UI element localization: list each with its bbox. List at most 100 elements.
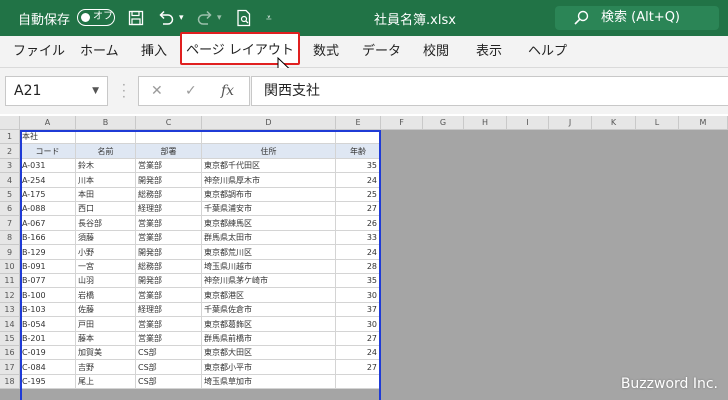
empty-cell[interactable] bbox=[592, 216, 636, 231]
row-header[interactable]: 3 bbox=[0, 159, 20, 173]
empty-cell[interactable] bbox=[592, 173, 636, 188]
empty-cell[interactable] bbox=[464, 231, 507, 245]
empty-cell[interactable] bbox=[592, 360, 636, 375]
redo-dropdown-icon[interactable]: ▾ bbox=[217, 0, 222, 36]
table-cell[interactable]: 戸田 bbox=[76, 317, 136, 332]
empty-cell[interactable] bbox=[679, 317, 728, 332]
table-cell[interactable]: 東京都大田区 bbox=[202, 346, 336, 360]
table-cell[interactable]: 営業部 bbox=[136, 231, 202, 245]
table-cell[interactable]: B-100 bbox=[20, 288, 76, 303]
table-cell[interactable]: 千葉県浦安市 bbox=[202, 202, 336, 216]
table-cell[interactable]: 東京都千代田区 bbox=[202, 159, 336, 173]
empty-cell[interactable] bbox=[507, 130, 549, 144]
table-cell[interactable]: C-019 bbox=[20, 346, 76, 360]
empty-cell[interactable] bbox=[592, 260, 636, 274]
tab-formulas[interactable]: 数式 bbox=[313, 36, 339, 67]
empty-cell[interactable] bbox=[549, 188, 592, 202]
cell[interactable] bbox=[136, 130, 202, 144]
empty-cell[interactable] bbox=[549, 173, 592, 188]
empty-cell[interactable] bbox=[592, 188, 636, 202]
empty-cell[interactable] bbox=[464, 245, 507, 260]
column-header[interactable]: A bbox=[20, 116, 76, 130]
empty-cell[interactable] bbox=[679, 231, 728, 245]
table-cell[interactable]: 長谷部 bbox=[76, 216, 136, 231]
row-header[interactable]: 7 bbox=[0, 216, 20, 231]
table-cell[interactable]: C-195 bbox=[20, 375, 76, 389]
undo-dropdown-icon[interactable]: ▾ bbox=[179, 0, 184, 36]
table-cell[interactable]: 27 bbox=[336, 202, 381, 216]
table-header-cell[interactable]: 住所 bbox=[202, 144, 336, 159]
row-header[interactable]: 10 bbox=[0, 260, 20, 274]
table-cell[interactable]: 加賀美 bbox=[76, 346, 136, 360]
table-cell[interactable]: 岩橋 bbox=[76, 288, 136, 303]
table-header-cell[interactable]: 部署 bbox=[136, 144, 202, 159]
empty-cell[interactable] bbox=[636, 288, 679, 303]
table-cell[interactable]: 埼玉県川越市 bbox=[202, 260, 336, 274]
empty-cell[interactable] bbox=[423, 288, 464, 303]
row-header[interactable]: 1 bbox=[0, 130, 20, 144]
table-header-cell[interactable]: 年齢 bbox=[336, 144, 381, 159]
table-cell[interactable]: B-166 bbox=[20, 231, 76, 245]
table-cell[interactable]: 27 bbox=[336, 360, 381, 375]
row-header[interactable]: 16 bbox=[0, 346, 20, 360]
empty-cell[interactable] bbox=[507, 288, 549, 303]
table-cell[interactable]: 藤本 bbox=[76, 332, 136, 346]
table-cell[interactable]: 開発部 bbox=[136, 274, 202, 288]
empty-cell[interactable] bbox=[381, 173, 423, 188]
empty-cell[interactable] bbox=[679, 303, 728, 317]
table-cell[interactable]: 本田 bbox=[76, 188, 136, 202]
tab-review[interactable]: 校閲 bbox=[423, 36, 449, 67]
row-header[interactable]: 9 bbox=[0, 245, 20, 260]
empty-cell[interactable] bbox=[592, 303, 636, 317]
table-cell[interactable]: 28 bbox=[336, 260, 381, 274]
column-header[interactable]: F bbox=[381, 116, 423, 130]
empty-cell[interactable] bbox=[381, 216, 423, 231]
empty-cell[interactable] bbox=[464, 346, 507, 360]
empty-cell[interactable] bbox=[592, 231, 636, 245]
table-cell[interactable]: 営業部 bbox=[136, 288, 202, 303]
column-header[interactable]: B bbox=[76, 116, 136, 130]
table-cell[interactable]: CS部 bbox=[136, 360, 202, 375]
empty-cell[interactable] bbox=[381, 245, 423, 260]
table-cell[interactable]: 24 bbox=[336, 245, 381, 260]
empty-cell[interactable] bbox=[381, 159, 423, 173]
empty-cell[interactable] bbox=[549, 144, 592, 159]
tab-data[interactable]: データ bbox=[362, 36, 401, 67]
table-header-cell[interactable]: コード bbox=[20, 144, 76, 159]
empty-cell[interactable] bbox=[507, 375, 549, 389]
row-header[interactable]: 4 bbox=[0, 173, 20, 188]
table-cell[interactable]: B-054 bbox=[20, 317, 76, 332]
empty-cell[interactable] bbox=[592, 332, 636, 346]
column-header[interactable]: E bbox=[336, 116, 381, 130]
empty-cell[interactable] bbox=[636, 346, 679, 360]
column-header[interactable]: L bbox=[636, 116, 679, 130]
table-cell[interactable]: 37 bbox=[336, 303, 381, 317]
empty-cell[interactable] bbox=[549, 245, 592, 260]
table-cell[interactable]: 経理部 bbox=[136, 303, 202, 317]
empty-cell[interactable] bbox=[549, 288, 592, 303]
empty-cell[interactable] bbox=[423, 231, 464, 245]
empty-cell[interactable] bbox=[549, 346, 592, 360]
drag-handle-icon[interactable]: · · · bbox=[122, 79, 126, 103]
empty-cell[interactable] bbox=[507, 231, 549, 245]
table-cell[interactable]: 25 bbox=[336, 188, 381, 202]
row-header[interactable]: 17 bbox=[0, 360, 20, 375]
table-cell[interactable]: B-077 bbox=[20, 274, 76, 288]
table-cell[interactable]: 山羽 bbox=[76, 274, 136, 288]
column-header[interactable]: I bbox=[507, 116, 549, 130]
empty-cell[interactable] bbox=[464, 274, 507, 288]
empty-cell[interactable] bbox=[549, 260, 592, 274]
empty-cell[interactable] bbox=[679, 346, 728, 360]
empty-cell[interactable] bbox=[507, 274, 549, 288]
empty-cell[interactable] bbox=[679, 202, 728, 216]
empty-cell[interactable] bbox=[636, 144, 679, 159]
table-cell[interactable]: 一宮 bbox=[76, 260, 136, 274]
table-header-cell[interactable]: 名前 bbox=[76, 144, 136, 159]
cell[interactable] bbox=[202, 130, 336, 144]
empty-cell[interactable] bbox=[381, 317, 423, 332]
save-icon[interactable] bbox=[128, 0, 144, 36]
empty-cell[interactable] bbox=[636, 173, 679, 188]
empty-cell[interactable] bbox=[592, 202, 636, 216]
table-cell[interactable]: 24 bbox=[336, 173, 381, 188]
row-header[interactable]: 15 bbox=[0, 332, 20, 346]
